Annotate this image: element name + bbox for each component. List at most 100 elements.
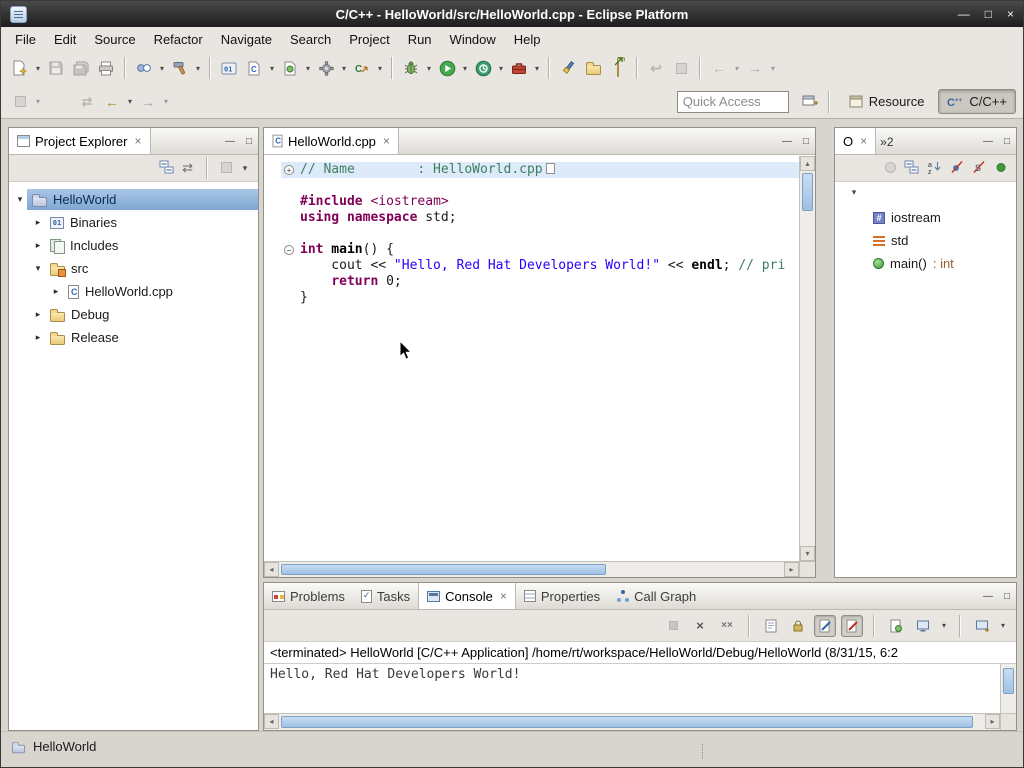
tab-tasks[interactable]: Tasks (353, 583, 418, 609)
profile-dropdown[interactable]: ▾ (496, 64, 506, 73)
tree-item-binaries[interactable]: Binaries (45, 212, 258, 233)
tab-console[interactable]: Console × (418, 583, 516, 609)
maximize-button[interactable]: □ (985, 1, 992, 27)
clear-console-button[interactable] (760, 615, 782, 637)
expander-icon[interactable]: ▸ (31, 217, 45, 228)
scrollbar-thumb[interactable] (802, 173, 813, 211)
scrollbar-thumb[interactable] (281, 564, 606, 575)
menu-run[interactable]: Run (399, 29, 441, 50)
new-source-file-dropdown[interactable]: ▾ (267, 64, 277, 73)
debug-config-button[interactable] (314, 56, 338, 80)
console-vertical-scrollbar[interactable] (1000, 664, 1016, 713)
menu-help[interactable]: Help (505, 29, 550, 50)
tab-helloworld-cpp[interactable]: HelloWorld.cpp × (264, 128, 399, 154)
debug-dropdown[interactable]: ▾ (424, 64, 434, 73)
tree-item-debug[interactable]: Debug (45, 304, 258, 325)
scroll-right-button[interactable]: ▸ (985, 714, 1000, 729)
expander-icon[interactable]: ▸ (31, 309, 45, 320)
open-resource-button[interactable] (606, 56, 630, 80)
tab-properties[interactable]: Properties (516, 583, 608, 609)
scroll-left-button[interactable]: ◂ (264, 562, 279, 577)
forward-dropdown[interactable]: ▾ (768, 64, 778, 73)
save-all-button[interactable] (69, 56, 93, 80)
code-editor[interactable]: +// Name : HelloWorld.cpp #include <iost… (264, 156, 799, 561)
open-console-dropdown[interactable]: ▾ (998, 621, 1008, 630)
view-menu-button[interactable]: ▾ (849, 187, 859, 198)
build-button[interactable] (168, 56, 192, 80)
tab-close-icon[interactable]: × (860, 134, 867, 148)
scroll-down-button[interactable]: ▾ (800, 546, 815, 561)
outline-item-main[interactable]: main() : int (835, 252, 1016, 275)
minimize-button[interactable]: — (958, 1, 970, 27)
scrollbar-thumb[interactable] (1003, 668, 1014, 694)
project-tree[interactable]: ▾ HelloWorld ▸ Binaries ▸ Includes (9, 182, 258, 730)
link-with-editor-button[interactable]: ⇄ (182, 160, 193, 176)
new-wizard-button[interactable] (8, 56, 32, 80)
expander-icon[interactable]: ▸ (49, 286, 63, 297)
scroll-lock-button[interactable] (787, 615, 809, 637)
open-element-button[interactable] (581, 56, 605, 80)
tree-item-src[interactable]: src (45, 258, 258, 279)
tree-item-includes[interactable]: Includes (45, 235, 258, 256)
tab-close-icon[interactable]: × (500, 589, 507, 603)
run-dropdown[interactable]: ▾ (460, 64, 470, 73)
close-button[interactable]: × (1007, 1, 1014, 27)
save-button[interactable] (44, 56, 68, 80)
pin-console-button[interactable] (885, 615, 907, 637)
new-class-dropdown[interactable]: ▾ (303, 64, 313, 73)
print-button[interactable] (94, 56, 118, 80)
display-console-button[interactable] (912, 615, 934, 637)
menu-edit[interactable]: Edit (45, 29, 85, 50)
tab-close-icon[interactable]: × (134, 134, 141, 148)
pin-editor-button[interactable] (669, 56, 693, 80)
hide-non-public-button[interactable] (994, 160, 1008, 177)
hide-fields-button[interactable] (950, 160, 964, 177)
menu-navigate[interactable]: Navigate (212, 29, 281, 50)
run-button[interactable] (435, 56, 459, 80)
scroll-up-button[interactable]: ▴ (800, 156, 815, 171)
back-history-button[interactable]: ← (100, 90, 124, 114)
fold-expand-icon[interactable]: + (284, 165, 294, 175)
show-on-stderr-toggle[interactable] (841, 615, 863, 637)
new-project-button[interactable]: 01 (217, 56, 241, 80)
tab-call-graph[interactable]: Call Graph (608, 583, 704, 609)
perspective-cpp-button[interactable]: C ++ C/C++ (938, 89, 1016, 114)
scrollbar-thumb[interactable] (281, 716, 973, 728)
build-configurations-dropdown[interactable]: ▾ (157, 64, 167, 73)
remove-launch-button[interactable]: × (689, 615, 711, 637)
forward-history-dropdown[interactable]: ▾ (161, 97, 171, 106)
perspective-resource-button[interactable]: Resource (840, 89, 934, 114)
minimize-view-button[interactable]: — (983, 591, 993, 602)
fold-collapse-icon[interactable]: − (284, 245, 294, 255)
build-dropdown[interactable]: ▾ (193, 64, 203, 73)
tree-item-helloworld-project[interactable]: HelloWorld (27, 189, 258, 210)
profile-button[interactable] (471, 56, 495, 80)
scroll-left-button[interactable]: ◂ (264, 714, 279, 729)
editor-vertical-scrollbar[interactable]: ▴ ▾ (799, 156, 815, 561)
minimize-view-button[interactable]: — (983, 136, 993, 147)
minimize-view-button[interactable]: — (225, 136, 235, 147)
expander-icon[interactable]: ▸ (31, 332, 45, 343)
scroll-right-button[interactable]: ▸ (784, 562, 799, 577)
link-navigation-button[interactable]: ⇄ (75, 90, 99, 114)
back-button[interactable]: ← (707, 56, 731, 80)
menu-source[interactable]: Source (85, 29, 144, 50)
remove-all-launches-button[interactable]: ×× (716, 615, 738, 637)
pin-editor-dropdown[interactable]: ▾ (33, 97, 43, 106)
tab-project-explorer[interactable]: Project Explorer × (9, 128, 151, 154)
focus-button[interactable] (885, 161, 896, 176)
expander-icon[interactable]: ▾ (31, 263, 45, 274)
external-tools-button[interactable] (507, 56, 531, 80)
search-button[interactable] (556, 56, 580, 80)
open-console-button[interactable] (971, 615, 993, 637)
console-output[interactable]: Hello, Red Hat Developers World! (264, 664, 1000, 713)
coverage-dropdown[interactable]: ▾ (375, 64, 385, 73)
quick-access-input[interactable] (677, 91, 789, 113)
external-tools-dropdown[interactable]: ▾ (532, 64, 542, 73)
show-on-stdout-toggle[interactable] (814, 615, 836, 637)
outline-item-iostream[interactable]: iostream (835, 206, 1016, 229)
maximize-editor-button[interactable]: □ (803, 136, 809, 147)
terminate-button[interactable] (662, 615, 684, 637)
focus-task-button[interactable] (221, 161, 232, 176)
console-horizontal-scrollbar[interactable]: ◂ ▸ (264, 713, 1000, 730)
